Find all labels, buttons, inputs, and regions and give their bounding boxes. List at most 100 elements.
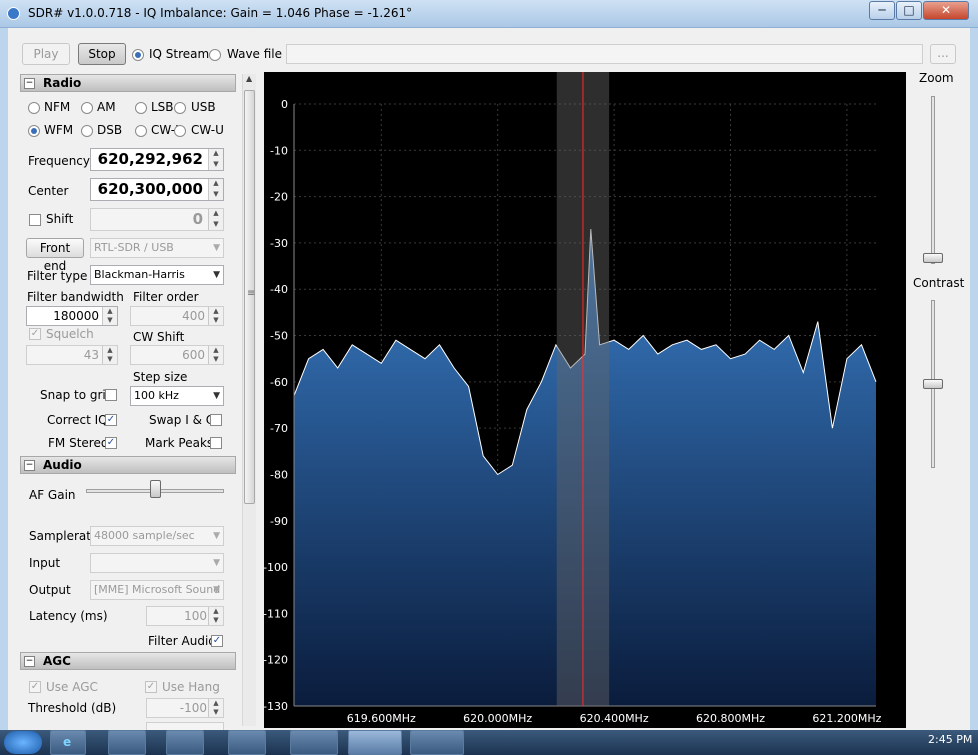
x-tick-label: 620.400MHz <box>580 712 649 725</box>
collapse-icon: − <box>24 656 35 667</box>
chevron-down-icon: ▼ <box>213 531 220 541</box>
squelch-checkbox[interactable]: ✓ <box>29 328 41 340</box>
spin-up-icon: ▲ <box>213 209 219 217</box>
y-tick-label: -60 <box>270 376 288 389</box>
filter-order-value: 400 <box>182 309 205 323</box>
latency-spinner[interactable]: ▲ ▼ <box>208 607 223 625</box>
taskbar-media-button[interactable] <box>166 730 204 755</box>
mode-radio-lsb[interactable] <box>135 102 147 114</box>
samplerate-label: Samplerate <box>29 529 99 543</box>
mode-radio-wfm[interactable] <box>28 125 40 137</box>
correct-iq-checkbox[interactable]: ✓ <box>105 414 117 426</box>
agc-next-input[interactable] <box>146 722 224 730</box>
taskbar-app-button[interactable] <box>290 730 338 755</box>
frequency-label: Frequency <box>28 154 90 168</box>
close-button[interactable]: ✕ <box>923 1 969 20</box>
spin-down-icon: ▼ <box>213 355 219 363</box>
output-select[interactable]: [MME] Microsoft Sound ▼ <box>90 580 224 600</box>
input-select[interactable]: ▼ <box>90 553 224 573</box>
filter-bandwidth-input[interactable]: 180000 ▲ ▼ <box>26 306 118 326</box>
spectrum-display[interactable]: 0 -10 -20 -30 -40 -50 -60 -70 -80 -90 -100 -110 -120… <box>263 72 906 728</box>
front-end-button[interactable]: Front end <box>26 238 84 273</box>
taskbar-explorer-button[interactable] <box>108 730 146 755</box>
filter-order-input[interactable]: 400 ▲ ▼ <box>130 306 224 326</box>
squelch-input[interactable]: 43 ▲ ▼ <box>26 345 118 365</box>
use-agc-checkbox[interactable]: ✓ <box>29 681 41 693</box>
fm-stereo-checkbox[interactable]: ✓ <box>105 437 117 449</box>
splitter-grip-icon[interactable]: ≡ <box>247 288 255 299</box>
samplerate-value: 48000 sample/sec <box>94 529 195 542</box>
filter-order-spinner[interactable]: ▲ ▼ <box>208 307 223 325</box>
agc-section-header[interactable]: − AGC <box>20 652 236 670</box>
mode-radio-usb[interactable] <box>174 102 186 114</box>
front-end-select[interactable]: RTL-SDR / USB ▼ <box>90 238 224 258</box>
use-agc-label: Use AGC <box>46 680 98 694</box>
mode-radio-am[interactable] <box>81 102 93 114</box>
x-tick-label: 621.200MHz <box>812 712 881 725</box>
left-panel: − Radio NFM AM LSB USB WFM DSB CW-L CW-U Freque… <box>8 72 260 730</box>
spin-up-icon: ▲ <box>213 179 219 187</box>
contrast-slider-thumb[interactable] <box>923 379 943 389</box>
play-button[interactable]: Play <box>22 43 70 65</box>
taskbar-tool-button[interactable] <box>228 730 266 755</box>
use-hang-checkbox[interactable]: ✓ <box>145 681 157 693</box>
af-gain-slider-thumb[interactable] <box>150 480 161 498</box>
swap-iq-checkbox[interactable] <box>210 414 222 426</box>
cw-shift-spinner[interactable]: ▲ ▼ <box>208 346 223 364</box>
latency-input[interactable]: 100 ▲ ▼ <box>146 606 224 626</box>
squelch-spinner[interactable]: ▲ ▼ <box>102 346 117 364</box>
mode-radio-dsb[interactable] <box>81 125 93 137</box>
center-input[interactable]: 620,300,000 ▲ ▼ <box>90 178 224 201</box>
shift-input[interactable]: 0 ▲ ▼ <box>90 208 224 231</box>
filter-audio-checkbox[interactable]: ✓ <box>211 635 223 647</box>
chevron-down-icon: ▼ <box>213 585 220 595</box>
system-tray[interactable] <box>818 736 908 750</box>
scroll-up-icon[interactable]: ▲ <box>246 74 252 83</box>
fm-stereo-label: FM Stereo <box>48 436 109 450</box>
threshold-input[interactable]: -100 ▲ ▼ <box>146 698 224 718</box>
center-spinner[interactable]: ▲ ▼ <box>208 179 223 200</box>
spin-down-icon: ▼ <box>213 316 219 324</box>
zoom-slider-track[interactable] <box>931 96 935 264</box>
minimize-button[interactable]: ─ <box>869 1 895 20</box>
mode-label-dsb: DSB <box>97 123 123 137</box>
squelch-value: 43 <box>83 348 99 362</box>
zoom-slider-thumb[interactable] <box>923 253 943 263</box>
taskbar-browser-button[interactable]: e <box>50 730 86 755</box>
cw-shift-input[interactable]: 600 ▲ ▼ <box>130 345 224 365</box>
mode-radio-nfm[interactable] <box>28 102 40 114</box>
step-size-select[interactable]: 100 kHz ▼ <box>130 386 224 406</box>
spectrum-chart[interactable]: 0 -10 -20 -30 -40 -50 -60 -70 -80 -90 -100 -110 -120… <box>263 72 906 728</box>
taskbar: e 2:45 PM <box>0 730 978 755</box>
filter-type-select[interactable]: Blackman-Harris ▼ <box>90 265 224 285</box>
mark-peaks-checkbox[interactable] <box>210 437 222 449</box>
wave-file-path[interactable] <box>286 44 923 64</box>
mode-radio-cw-u[interactable] <box>174 125 186 137</box>
spin-up-icon: ▲ <box>213 149 219 157</box>
stop-button[interactable]: Stop <box>78 43 126 65</box>
iq-stream-radio[interactable] <box>132 49 144 61</box>
frequency-input[interactable]: 620,292,962 ▲ ▼ <box>90 148 224 171</box>
audio-section-header[interactable]: − Audio <box>20 456 236 474</box>
correct-iq-label: Correct IQ <box>47 413 108 427</box>
shift-checkbox[interactable] <box>29 214 41 226</box>
left-panel-scrollbar[interactable]: ▲ <box>242 74 256 726</box>
spin-up-icon: ▲ <box>213 607 219 615</box>
radio-section-header[interactable]: − Radio <box>20 74 236 92</box>
snap-to-grid-checkbox[interactable] <box>105 389 117 401</box>
samplerate-select[interactable]: 48000 sample/sec ▼ <box>90 526 224 546</box>
center-label: Center <box>28 184 69 198</box>
taskbar-paint-button[interactable] <box>410 730 464 755</box>
front-end-value: RTL-SDR / USB <box>94 241 174 254</box>
shift-spinner[interactable]: ▲ ▼ <box>208 209 223 230</box>
frequency-spinner[interactable]: ▲ ▼ <box>208 149 223 170</box>
taskbar-sdr-button[interactable] <box>348 730 402 755</box>
wave-file-radio[interactable] <box>209 49 221 61</box>
filter-bandwidth-spinner[interactable]: ▲ ▼ <box>102 307 117 325</box>
y-tick-label: -40 <box>270 283 288 296</box>
start-button[interactable] <box>4 731 42 754</box>
threshold-spinner[interactable]: ▲ ▼ <box>208 699 223 717</box>
mode-radio-cw-l[interactable] <box>135 125 147 137</box>
maximize-button[interactable]: □ <box>896 1 922 20</box>
browse-button[interactable]: ... <box>930 44 956 64</box>
